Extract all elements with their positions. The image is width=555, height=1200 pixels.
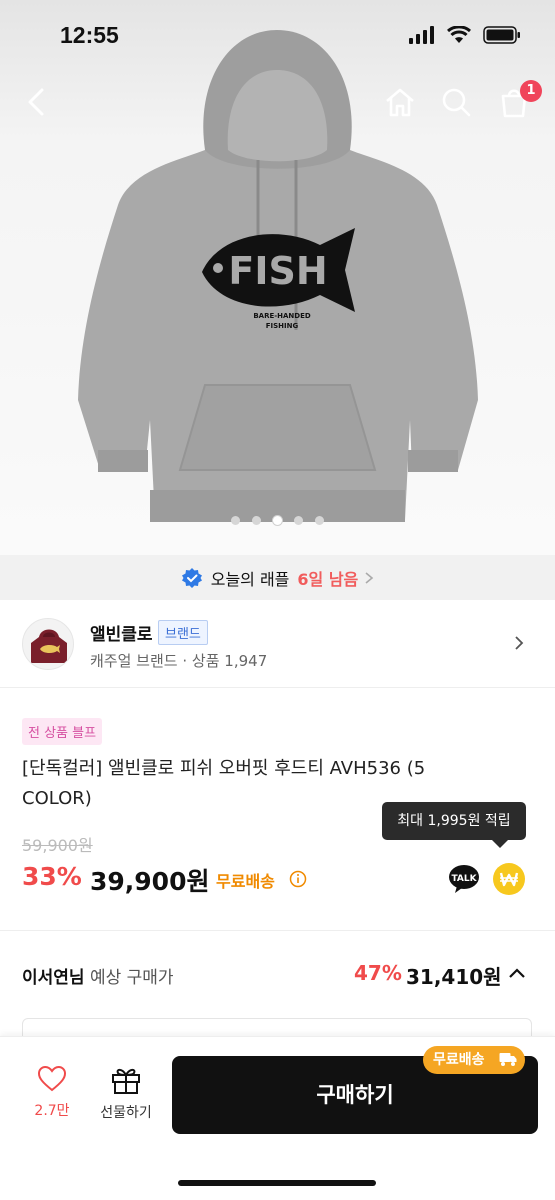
like-count: 2.7만 [34,1103,70,1119]
original-price: 59,900원 [22,836,93,855]
expected-price: 31,410원 [406,965,502,989]
reward-tooltip: 최대 1,995원 적립 [382,802,526,848]
section-divider [0,930,555,931]
gallery-dot-active[interactable] [273,516,282,525]
chevron-right-icon [365,571,374,584]
chevron-up-icon[interactable] [506,963,528,985]
promo-badge: 전 상품 블프 [22,718,103,745]
expected-price-label: 이서연님 예상 구매가 [22,963,174,988]
raffle-banner[interactable]: 오늘의 래플 6일 남음 [0,555,555,600]
back-arrow-icon[interactable] [20,84,56,120]
brand-tag: 브랜드 [158,620,208,645]
gallery-dot[interactable] [231,516,240,525]
brand-logo-image [31,629,67,663]
info-icon[interactable] [289,870,307,888]
top-navigation [0,80,555,124]
sale-price: 39,900원 [90,867,210,896]
wifi-icon [447,26,471,43]
svg-text:FISH: FISH [228,249,327,293]
status-time: 12:55 [60,22,119,48]
gallery-dot[interactable] [294,516,303,525]
status-bar: 12:55 [0,0,555,72]
brand-logo [22,618,74,670]
brand-meta: 캐주얼 브랜드 · 상품 1,947 [90,650,267,671]
gift-button[interactable]: 선물하기 [92,1066,160,1122]
svg-text:FISHING: FISHING [266,322,299,330]
brand-product-count: 상품 1,947 [191,652,268,670]
raffle-days-left: 6일 남음 [297,569,359,589]
free-shipping-badge-label: 무료배송 [433,1052,485,1068]
won-coin-icon[interactable] [492,862,526,896]
brand-category: 캐주얼 브랜드 [90,652,178,670]
gallery-pagination [0,516,555,525]
gallery-dot[interactable] [252,516,261,525]
search-icon[interactable] [438,84,474,120]
status-icons [409,26,521,44]
gallery-dot[interactable] [315,516,324,525]
brand-name: 앨빈클로 [90,625,153,645]
discount-rate: 33% [22,862,82,891]
gift-label: 선물하기 [100,1105,152,1121]
product-page: FISH BARE-HANDED FISHING 12:55 1 오늘의 래플 … [0,0,555,1200]
gift-icon [112,1068,140,1094]
delivery-truck-icon [499,1053,517,1066]
user-name: 이서연님 [22,968,85,988]
battery-icon [483,26,520,44]
home-icon[interactable] [382,84,418,120]
expected-price-text: 예상 구매가 [84,968,174,988]
free-shipping-badge: 무료배송 [423,1046,525,1074]
cart-count-badge: 1 [520,80,542,102]
verified-badge-icon [181,567,202,588]
expected-discount-rate: 47% [354,961,402,985]
free-shipping-label: 무료배송 [216,872,275,891]
home-indicator [178,1180,376,1186]
svg-text:TALK: TALK [451,874,477,884]
cellular-signal-icon [409,26,434,44]
brand-row[interactable]: 앨빈클로 브랜드 캐주얼 브랜드 · 상품 1,947 [0,600,555,688]
kakao-talk-icon[interactable]: TALK [448,864,480,894]
like-button[interactable]: 2.7만 [26,1065,78,1120]
svg-text:BARE-HANDED: BARE-HANDED [253,312,311,320]
heart-icon [37,1065,67,1092]
raffle-label: 오늘의 래플 [210,569,290,589]
brand-meta-separator: · [182,652,188,670]
chevron-right-icon [515,636,524,650]
